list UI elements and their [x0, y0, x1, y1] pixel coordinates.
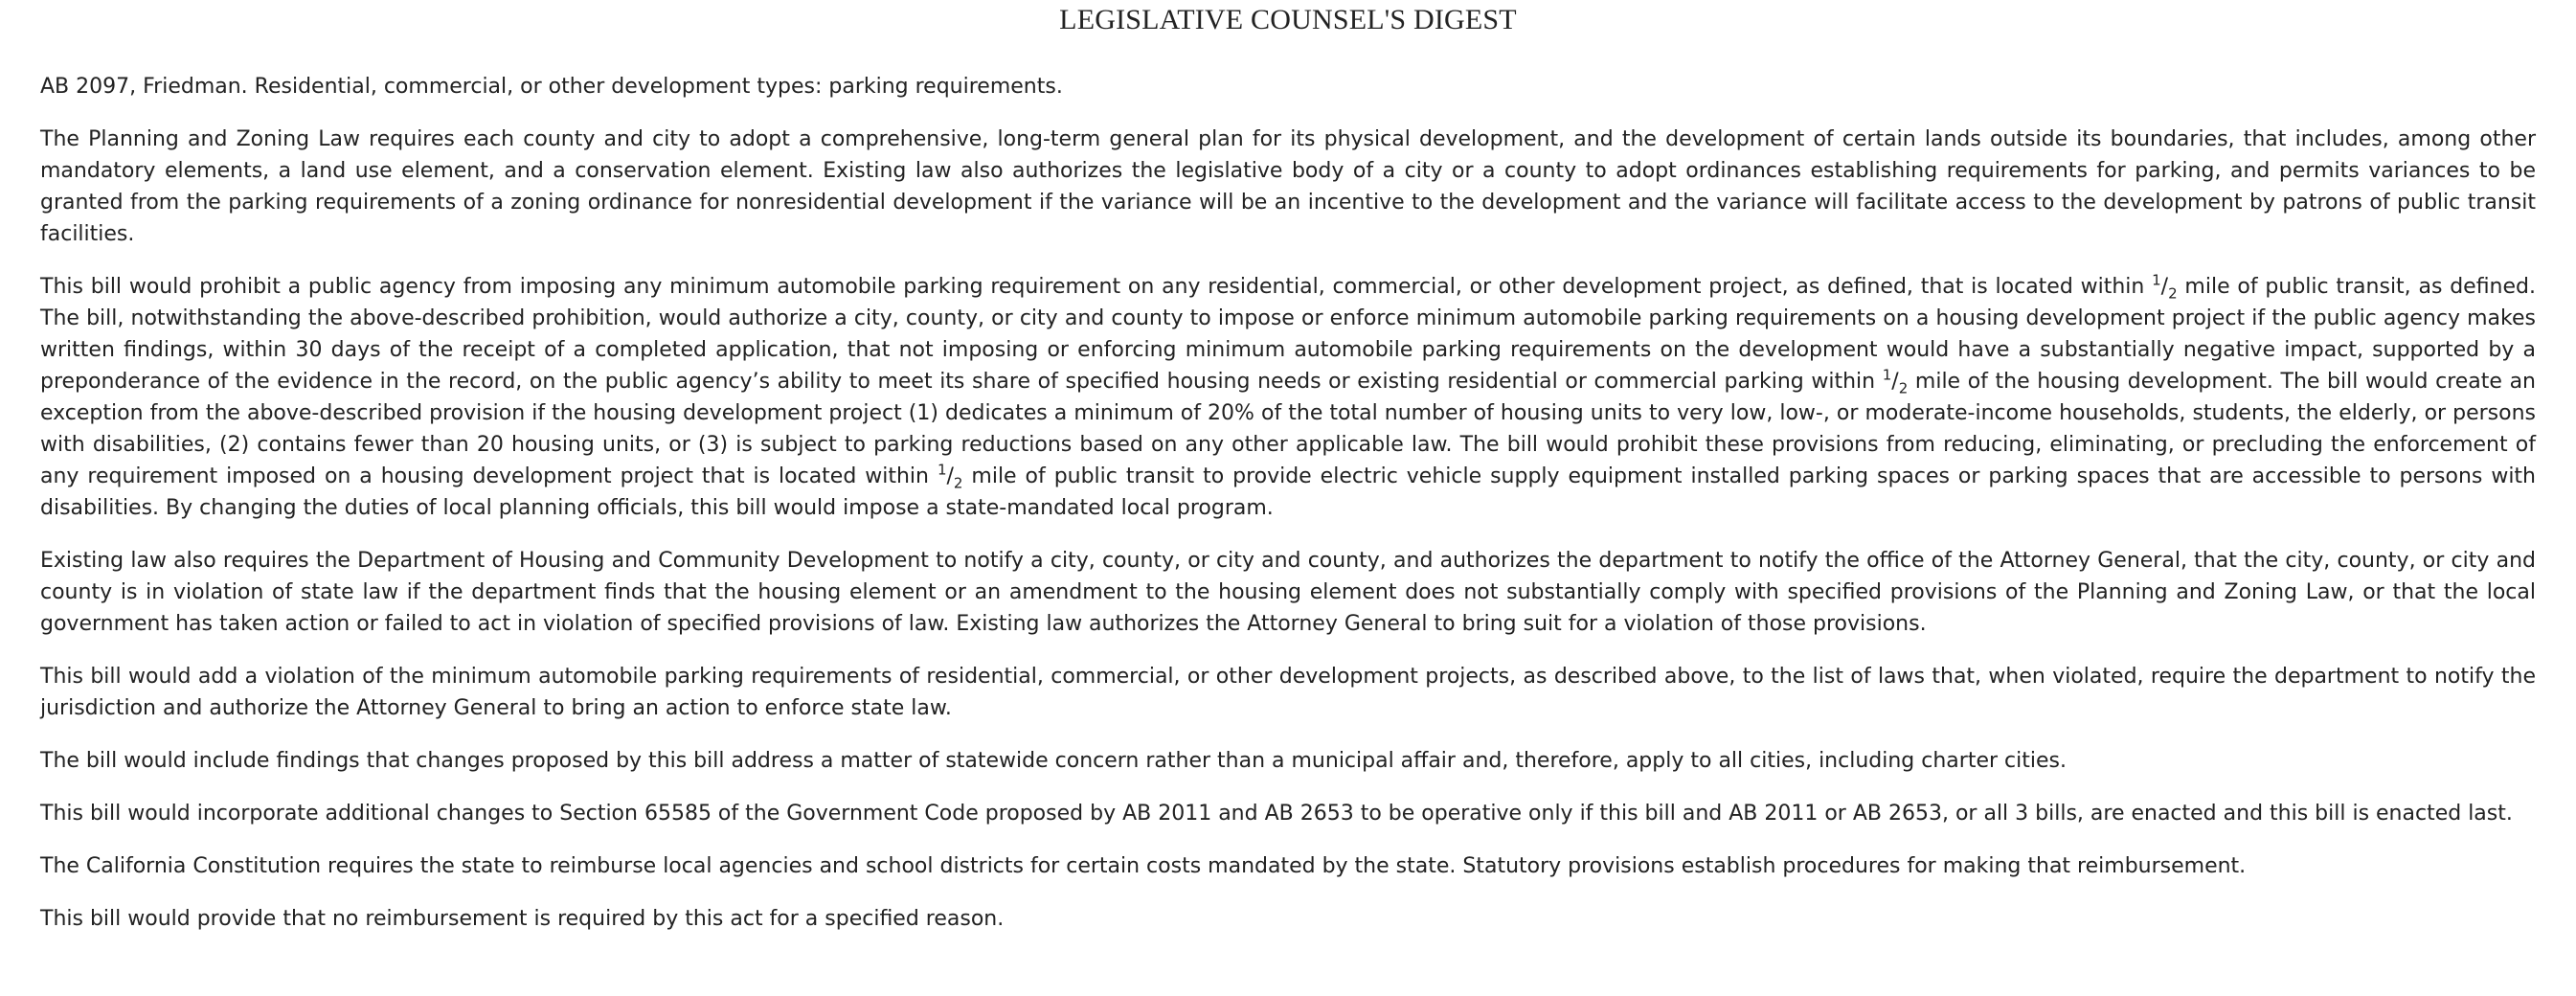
digest-paragraph-4: This bill would add a violation of the m…	[40, 665, 2536, 720]
digest-paragraph-5: The bill would include findings that cha…	[40, 749, 2067, 773]
legislative-digest: LEGISLATIVE COUNSEL'S DIGEST AB 2097, Fr…	[40, 0, 2536, 935]
digest-paragraph-6: This bill would incorporate additional c…	[40, 802, 2513, 826]
digest-paragraph-2: This bill would prohibit a public agency…	[40, 271, 2536, 524]
digest-paragraph-1: The Planning and Zoning Law requires eac…	[40, 127, 2536, 246]
digest-title: LEGISLATIVE COUNSEL'S DIGEST	[1059, 4, 1517, 35]
half-fraction: 1/2	[2152, 271, 2178, 303]
paragraph-2-text-a: This bill would prohibit a public agency…	[40, 275, 2153, 299]
digest-paragraph-3: Existing law also requires the Departmen…	[40, 549, 2536, 636]
digest-paragraph-8: This bill would provide that no reimburs…	[40, 907, 1005, 931]
half-fraction: 1/2	[937, 461, 963, 492]
bill-heading: AB 2097, Friedman. Residential, commerci…	[40, 75, 1063, 99]
digest-paragraph-7: The California Constitution requires the…	[40, 854, 2247, 878]
half-fraction: 1/2	[1882, 366, 1909, 397]
